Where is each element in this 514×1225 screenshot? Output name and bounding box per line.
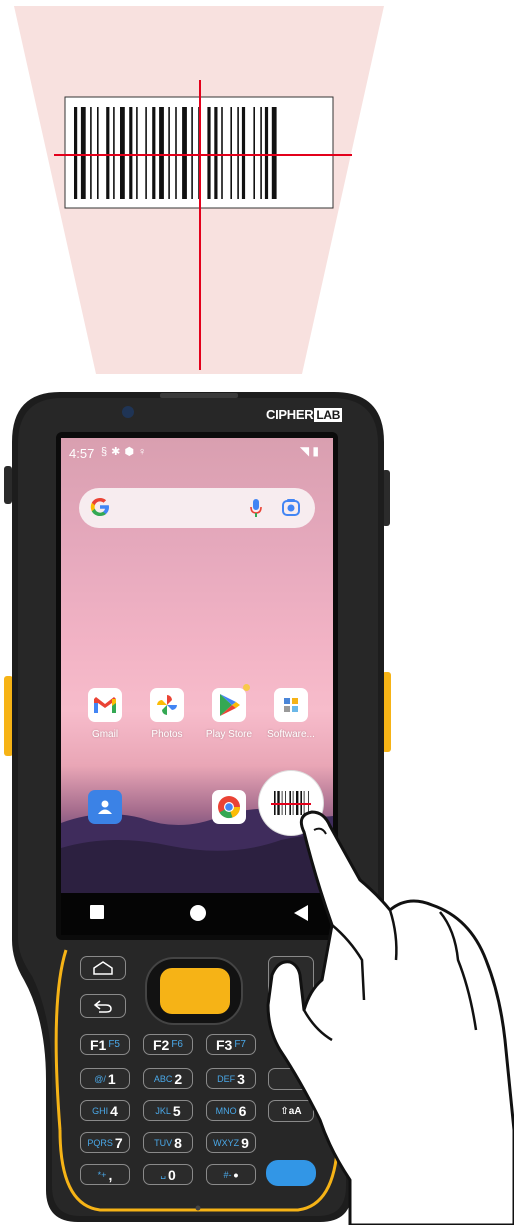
finger-hand-illustration [266,810,514,1225]
